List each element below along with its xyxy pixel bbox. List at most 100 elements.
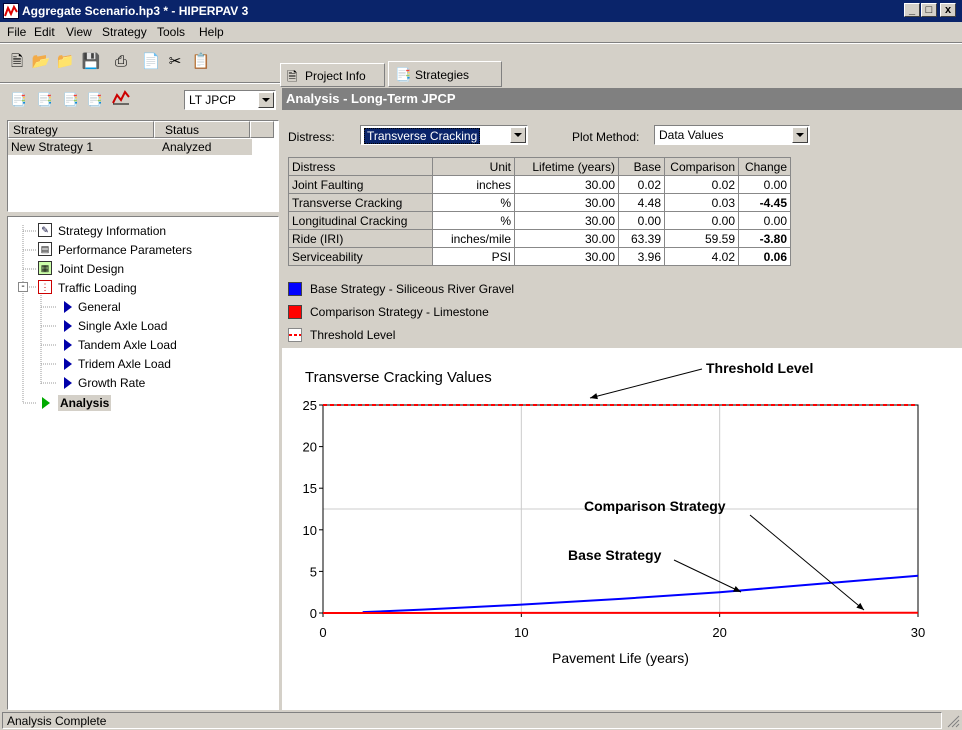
copy-strategy-icon[interactable]: 📑 (34, 89, 56, 111)
annotation-threshold-arrow-head (590, 393, 598, 400)
arrow-right-icon (64, 320, 72, 332)
annotation-base-arrow (673, 559, 742, 593)
distress-select[interactable]: Transverse Cracking (360, 125, 528, 145)
tab-strategies[interactable]: 📑 Strategies (388, 61, 502, 87)
table-row[interactable]: Longitudinal Cracking% 30.00 0.00 0.00 0.00 (288, 211, 791, 230)
x-tick-label: 20 (712, 625, 726, 640)
table-header-row: Distress Unit Lifetime (years) Base Comp… (288, 157, 791, 176)
column-comparison: Comparison (664, 157, 739, 176)
table-row[interactable]: Ride (IRI) inches/mile 30.00 63.39 59.59 -3.8… (288, 229, 791, 248)
column-status[interactable]: Status (154, 121, 250, 138)
x-tick-label: 10 (514, 625, 528, 640)
chevron-down-icon[interactable] (510, 127, 526, 143)
menu-help[interactable]: Help (199, 25, 224, 39)
paste-icon[interactable]: 📋 (190, 51, 212, 73)
pencil-icon: ✎ (38, 223, 52, 237)
copy-icon[interactable]: 📄 (140, 51, 162, 73)
open-folder-icon[interactable]: 📂 (30, 51, 52, 73)
mode-select[interactable]: LT JPCP (184, 90, 276, 110)
strategy-list-header: Strategy Status (8, 121, 274, 138)
annotation-threshold-arrow (589, 368, 703, 399)
x-axis-label: Pavement Life (years) (552, 650, 689, 666)
menu-edit[interactable]: Edit (34, 25, 55, 39)
status-text: Analysis Complete (2, 712, 942, 729)
arrow-right-icon (42, 397, 50, 409)
tab-project-label: Project Info (305, 69, 366, 83)
chevron-down-icon[interactable] (792, 127, 808, 143)
legend-swatch-threshold (288, 328, 302, 342)
chart-title: Transverse Cracking Values (305, 369, 492, 386)
x-tick-label: 0 (319, 625, 326, 640)
window-title: Aggregate Scenario.hp3 * - HIPERPAV 3 (22, 4, 249, 18)
y-tick-label: 10 (303, 523, 317, 538)
navigation-tree: ✎ Strategy Information ▤ Performance Par… (7, 216, 279, 710)
column-lifetime: Lifetime (years) (514, 157, 619, 176)
menu-tools[interactable]: Tools (157, 25, 185, 39)
new-file-icon[interactable]: 🗎 (6, 51, 28, 73)
document-icon: 🗎 (287, 69, 298, 84)
x-tick-label: 30 (911, 625, 925, 640)
distress-label: Distress: (288, 130, 335, 144)
column-change: Change (738, 157, 791, 176)
annotation-comparison-arrow (749, 514, 865, 611)
section-title: Analysis - Long-Term JPCP (282, 88, 962, 110)
chevron-down-icon[interactable] (258, 92, 274, 108)
analysis-panel: Distress: Transverse Cracking Plot Metho… (282, 110, 962, 710)
mode-select-value: LT JPCP (189, 93, 236, 107)
menu-strategy[interactable]: Strategy (102, 25, 147, 39)
print-icon[interactable]: ⎙ (110, 51, 132, 73)
y-tick-label: 15 (303, 481, 317, 496)
y-tick-label: 0 (310, 606, 317, 621)
column-unit: Unit (432, 157, 515, 176)
minimize-button[interactable]: _ (904, 3, 920, 17)
column-base: Base (618, 157, 665, 176)
close-button[interactable]: x (940, 3, 956, 17)
arrow-right-icon (64, 377, 72, 389)
column-distress: Distress (288, 157, 433, 176)
table-row[interactable]: Serviceability PSI 30.00 3.96 4.02 0.06 (288, 247, 791, 266)
analyze-strategy-icon[interactable]: 📑 (84, 89, 106, 111)
chart-icon[interactable] (110, 89, 132, 111)
plot-method-value: Data Values (659, 128, 724, 142)
add-strategy-icon[interactable]: 📑 (8, 89, 30, 111)
menu-bar: File Edit View Strategy Tools Help (0, 22, 962, 42)
chart: 0 5 10 15 20 25 0 10 20 30 Transverse Cracking Val… (303, 360, 926, 666)
toolbar-strategy: 📑 📑 📑 📑 LT JPCP (0, 86, 280, 114)
traffic-icon: ⋮ (38, 280, 52, 294)
arrow-right-icon (64, 358, 72, 370)
save-icon[interactable]: 💾 (80, 51, 102, 73)
arrow-right-icon (64, 301, 72, 313)
app-icon (3, 3, 19, 19)
annotation-comparison: Comparison Strategy (584, 498, 726, 514)
chart-area: 0 5 10 15 20 25 0 10 20 30 Transverse Cracking Val… (282, 348, 962, 710)
plot-method-label: Plot Method: (572, 130, 640, 144)
collapse-icon[interactable]: - (18, 282, 28, 292)
series-line-base-strategy (362, 574, 919, 614)
annotation-base: Base Strategy (568, 547, 662, 563)
tab-project-info[interactable]: 🗎 Project Info (280, 63, 385, 87)
menu-view[interactable]: View (66, 25, 92, 39)
y-tick-label: 25 (303, 398, 317, 413)
legend-swatch-comparison (288, 305, 302, 319)
column-strategy[interactable]: Strategy (8, 121, 154, 138)
open-template-icon[interactable]: 📁 (54, 51, 76, 73)
strategy-name: New Strategy 1 (11, 140, 94, 154)
tab-strategies-label: Strategies (415, 68, 470, 82)
annotation-threshold: Threshold Level (706, 360, 813, 376)
legend-swatch-base (288, 282, 302, 296)
list-item[interactable]: New Strategy 1 Analyzed (8, 139, 252, 155)
cut-icon[interactable]: ✂ (164, 51, 186, 73)
strategy-status: Analyzed (162, 140, 212, 154)
menu-file[interactable]: File (7, 25, 26, 39)
plot-method-select[interactable]: Data Values (654, 125, 810, 145)
delete-strategy-icon[interactable]: 📑 (60, 89, 82, 111)
strategies-icon: 📑 (395, 67, 412, 82)
distress-table: Distress Unit Lifetime (years) Base Comp… (288, 157, 791, 266)
y-tick-label: 5 (310, 564, 317, 579)
table-row[interactable]: Transverse Cracking% 30.00 4.48 0.03 -4.45 (288, 193, 791, 212)
title-bar: Aggregate Scenario.hp3 * - HIPERPAV 3 _ … (0, 0, 962, 22)
resize-grip-icon[interactable] (946, 714, 960, 728)
y-tick-label: 20 (303, 440, 317, 455)
table-row[interactable]: Joint Faulting inches 30.00 0.02 0.02 0.00 (288, 175, 791, 194)
maximize-button[interactable]: □ (921, 3, 937, 17)
